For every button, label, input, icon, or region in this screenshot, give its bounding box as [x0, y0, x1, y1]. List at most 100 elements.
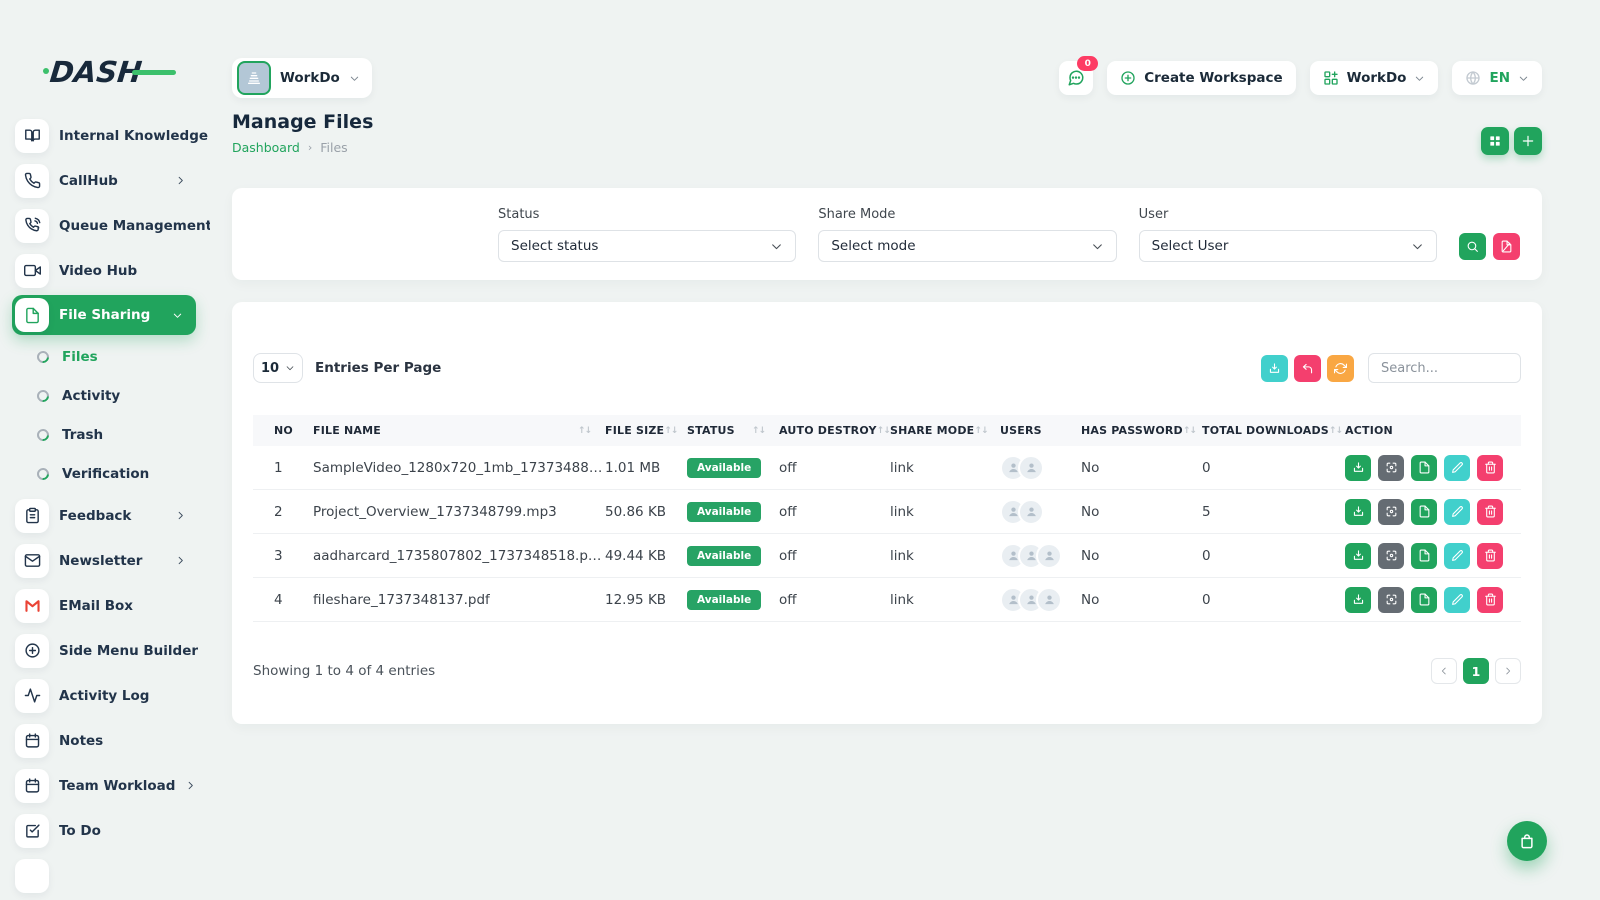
export-button[interactable] — [1261, 355, 1288, 382]
share-mode-select-value: Select mode — [831, 238, 915, 254]
sidebar-item-newsletter[interactable]: Newsletter — [0, 538, 210, 583]
grid-view-button[interactable] — [1481, 127, 1509, 155]
sidebar-item-team-workload[interactable]: Team Workload — [0, 763, 210, 808]
preview-button[interactable] — [1378, 587, 1404, 613]
details-button[interactable] — [1411, 543, 1437, 569]
sidebar-item-label: Video Hub — [59, 263, 137, 279]
sidebar-item-callhub[interactable]: CallHub — [0, 158, 210, 203]
edit-button[interactable] — [1444, 587, 1470, 613]
bullet-icon — [35, 348, 52, 365]
delete-button[interactable] — [1477, 499, 1503, 525]
sidebar-item-file-sharing[interactable]: File Sharing — [12, 295, 196, 335]
download-button[interactable] — [1345, 455, 1371, 481]
cell-no: 4 — [253, 592, 313, 608]
sidebar-item-notes[interactable]: Notes — [0, 718, 210, 763]
sort-icon[interactable]: ↑↓ — [664, 426, 677, 436]
entries-per-page-select[interactable]: 10 — [253, 353, 303, 383]
bullet-icon — [35, 387, 52, 404]
undo-icon — [1301, 362, 1314, 375]
column-header-file-name[interactable]: FILE NAME↑↓ — [313, 424, 605, 437]
status-filter: Status Select status — [498, 207, 796, 262]
sort-icon[interactable]: ↑↓ — [1329, 426, 1342, 436]
table-search-input[interactable] — [1368, 353, 1521, 383]
sort-icon[interactable]: ↑↓ — [974, 426, 987, 436]
sidebar-subitem-trash[interactable]: Trash — [0, 415, 210, 454]
sort-icon[interactable]: ↑↓ — [877, 426, 890, 436]
preview-button[interactable] — [1378, 543, 1404, 569]
status-select[interactable]: Select status — [498, 230, 796, 262]
table-row: 3 aadharcard_1735807802_1737348518.png 4… — [253, 534, 1521, 578]
column-header-total-downloads[interactable]: TOTAL DOWNLOADS↑↓ — [1202, 424, 1345, 437]
workspace-dropdown[interactable]: WorkDo — [1310, 61, 1439, 95]
edit-button[interactable] — [1444, 543, 1470, 569]
download-icon — [1352, 461, 1365, 474]
sidebar-item-partial[interactable] — [0, 853, 210, 898]
sidebar-item-video-hub[interactable]: Video Hub — [0, 248, 210, 293]
preview-button[interactable] — [1378, 499, 1404, 525]
details-button[interactable] — [1411, 455, 1437, 481]
pencil-icon — [1451, 593, 1464, 606]
reset-button[interactable] — [1294, 355, 1321, 382]
column-header-has-password[interactable]: HAS PASSWORD↑↓ — [1081, 424, 1202, 437]
user-select[interactable]: Select User — [1139, 230, 1437, 262]
breadcrumb-dashboard-link[interactable]: Dashboard — [232, 140, 300, 155]
preview-button[interactable] — [1378, 455, 1404, 481]
chevron-right-icon — [175, 510, 186, 521]
workspace-selector[interactable]: WorkDo — [232, 58, 372, 98]
user-avatars — [1000, 499, 1081, 525]
sidebar-item-email-box[interactable]: EMail Box — [0, 583, 210, 628]
column-header-file-size[interactable]: FILE SIZE↑↓ — [605, 424, 687, 437]
column-header-share-mode[interactable]: SHARE MODE↑↓ — [890, 424, 1000, 437]
cell-file-size: 1.01 MB — [605, 460, 687, 476]
sidebar-subitem-activity[interactable]: Activity — [0, 376, 210, 415]
sort-icon[interactable]: ↑↓ — [752, 426, 765, 436]
store-fab-button[interactable] — [1507, 821, 1547, 861]
add-file-button[interactable] — [1514, 127, 1542, 155]
create-workspace-button[interactable]: Create Workspace — [1107, 61, 1295, 95]
details-button[interactable] — [1411, 499, 1437, 525]
sidebar-item-to-do[interactable]: To Do — [0, 808, 210, 853]
column-header-users: USERS — [1000, 424, 1081, 437]
sidebar-item-queue-management[interactable]: Queue Management — [0, 203, 210, 248]
delete-button[interactable] — [1477, 455, 1503, 481]
delete-button[interactable] — [1477, 587, 1503, 613]
avatar — [1036, 543, 1062, 569]
edit-button[interactable] — [1444, 455, 1470, 481]
book-icon — [15, 119, 49, 153]
edit-button[interactable] — [1444, 499, 1470, 525]
sidebar-item-side-menu-builder[interactable]: Side Menu Builder — [0, 628, 210, 673]
chat-button[interactable]: 0 — [1059, 61, 1093, 95]
details-button[interactable] — [1411, 587, 1437, 613]
pencil-icon — [1451, 549, 1464, 562]
sidebar-subitem-verification[interactable]: Verification — [0, 454, 210, 493]
refresh-button[interactable] — [1327, 355, 1354, 382]
sidebar-subitem-files[interactable]: Files — [0, 337, 210, 376]
language-dropdown[interactable]: EN — [1452, 61, 1542, 95]
column-header-auto-destroy[interactable]: AUTO DESTROY↑↓ — [779, 424, 890, 437]
share-mode-filter-label: Share Mode — [818, 207, 1116, 222]
sidebar-subitem-label: Trash — [62, 427, 103, 443]
grid-plus-icon — [1323, 70, 1339, 86]
download-button[interactable] — [1345, 543, 1371, 569]
previous-page-button[interactable] — [1431, 658, 1457, 684]
user-avatars — [1000, 587, 1081, 613]
download-icon — [1352, 593, 1365, 606]
sort-icon[interactable]: ↑↓ — [578, 426, 591, 436]
sidebar-item-feedback[interactable]: Feedback — [0, 493, 210, 538]
delete-button[interactable] — [1477, 543, 1503, 569]
cell-file-size: 50.86 KB — [605, 504, 687, 520]
page-number-button[interactable]: 1 — [1463, 658, 1489, 684]
download-button[interactable] — [1345, 587, 1371, 613]
cell-no: 2 — [253, 504, 313, 520]
sidebar-item-activity-log[interactable]: Activity Log — [0, 673, 210, 718]
sort-icon[interactable]: ↑↓ — [1183, 426, 1196, 436]
next-page-button[interactable] — [1495, 658, 1521, 684]
column-header-status[interactable]: STATUS↑↓ — [687, 424, 779, 437]
apply-filter-button[interactable] — [1459, 233, 1486, 260]
share-mode-select[interactable]: Select mode — [818, 230, 1116, 262]
download-icon — [1352, 549, 1365, 562]
download-button[interactable] — [1345, 499, 1371, 525]
chevron-down-icon — [1411, 240, 1424, 253]
sidebar-item-internal-knowledge[interactable]: Internal Knowledge — [0, 113, 210, 158]
clear-filter-button[interactable] — [1493, 233, 1520, 260]
